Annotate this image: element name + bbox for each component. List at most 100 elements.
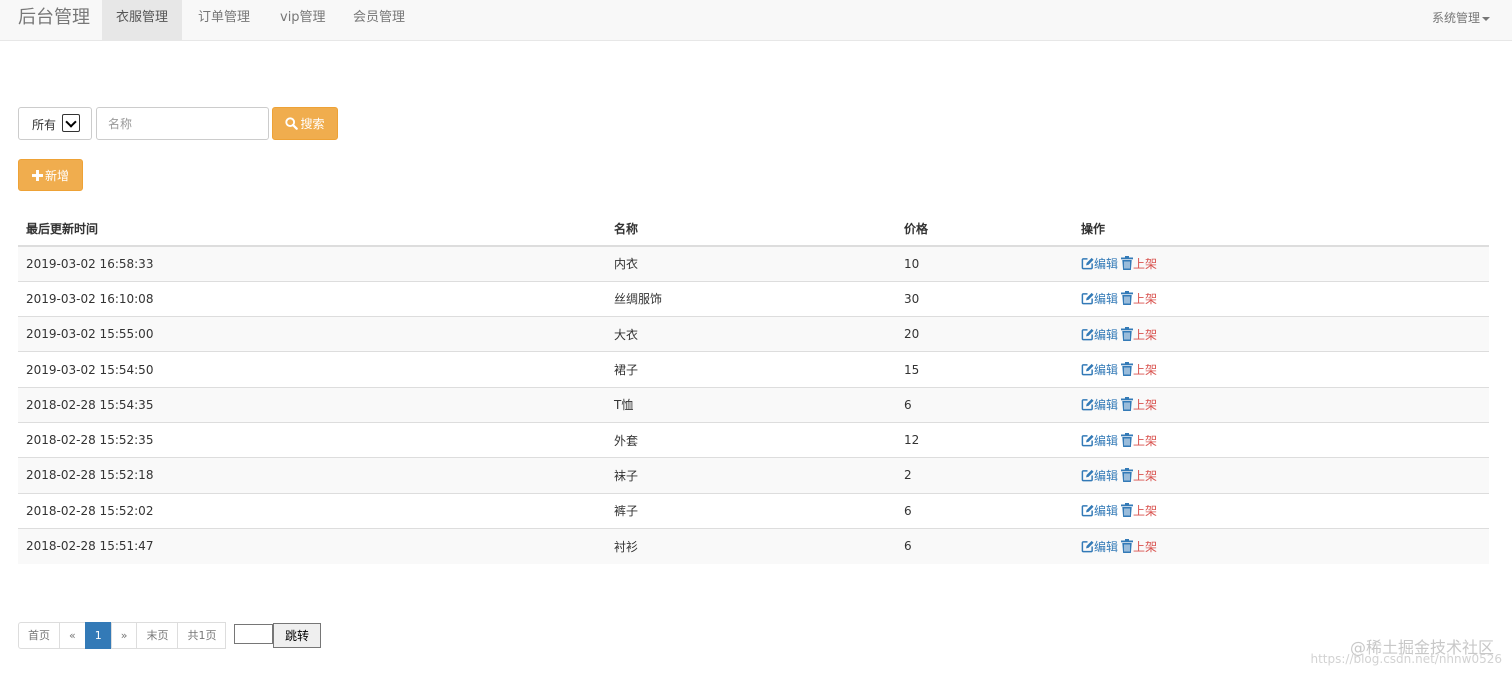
shelf-link[interactable]: 上架 bbox=[1121, 432, 1157, 448]
table-row: 2018-02-28 15:54:35 T恤 6 编辑 上架 bbox=[18, 386, 1489, 423]
header-price: 价格 bbox=[896, 212, 1073, 247]
table-row: 2019-03-02 15:54:50 裙子 15 编辑 上架 bbox=[18, 351, 1489, 388]
shelf-link-label: 上架 bbox=[1133, 292, 1158, 307]
search-button[interactable]: 搜索 bbox=[272, 107, 338, 140]
category-filter-value: 所有 bbox=[32, 118, 57, 132]
cell-updated-time: 2019-03-02 16:58:33 bbox=[18, 245, 606, 282]
cell-name: 裙子 bbox=[606, 351, 896, 388]
cell-name: 裤子 bbox=[606, 492, 896, 529]
tab-member-management[interactable]: 会员管理 bbox=[339, 0, 419, 40]
add-button-label: 新增 bbox=[44, 168, 69, 183]
trash-icon bbox=[1121, 432, 1134, 447]
edit-link-label: 编辑 bbox=[1094, 327, 1119, 342]
page-next[interactable]: » bbox=[110, 622, 138, 649]
edit-icon bbox=[1081, 258, 1094, 270]
trash-icon bbox=[1121, 326, 1134, 341]
cell-updated-time: 2018-02-28 15:52:35 bbox=[18, 421, 606, 458]
edit-link-label: 编辑 bbox=[1094, 257, 1119, 272]
system-management-dropdown[interactable]: 系统管理 bbox=[1432, 0, 1490, 40]
table-row: 2018-02-28 15:52:02 裤子 6 编辑 上架 bbox=[18, 492, 1489, 529]
edit-link[interactable]: 编辑 bbox=[1081, 504, 1118, 518]
name-search-input[interactable] bbox=[96, 107, 269, 140]
shelf-link[interactable]: 上架 bbox=[1121, 538, 1157, 554]
trash-icon bbox=[1121, 362, 1134, 377]
cell-name: 衬衫 bbox=[606, 527, 896, 564]
category-filter-select[interactable]: 所有 bbox=[18, 107, 92, 140]
cell-actions: 编辑 上架 bbox=[1073, 351, 1489, 388]
edit-link[interactable]: 编辑 bbox=[1081, 292, 1118, 306]
edit-icon bbox=[1081, 399, 1094, 411]
edit-icon bbox=[1081, 469, 1094, 482]
cell-name: 内衣 bbox=[606, 245, 896, 282]
cell-updated-time: 2018-02-28 15:52:02 bbox=[18, 492, 606, 529]
table-row: 2018-02-28 15:52:18 袜子 2 编辑 上架 bbox=[18, 457, 1489, 494]
search-button-label: 搜索 bbox=[300, 117, 325, 131]
shelf-link[interactable]: 上架 bbox=[1121, 397, 1158, 413]
shelf-link[interactable]: 上架 bbox=[1121, 362, 1158, 378]
page-first[interactable]: 首页 bbox=[18, 622, 60, 649]
cell-price: 20 bbox=[896, 316, 1073, 352]
cell-name: 袜子 bbox=[606, 457, 896, 494]
cell-price: 2 bbox=[896, 457, 1073, 494]
shelf-link[interactable]: 上架 bbox=[1121, 256, 1157, 271]
edit-link-label: 编辑 bbox=[1094, 292, 1119, 307]
page-total: 共1页 bbox=[177, 622, 227, 649]
add-button[interactable]: 新增 bbox=[18, 159, 83, 191]
cell-updated-time: 2018-02-28 15:54:35 bbox=[18, 386, 606, 423]
page-prev[interactable]: « bbox=[59, 622, 86, 649]
edit-link[interactable]: 编辑 bbox=[1081, 398, 1118, 412]
tab-order-management[interactable]: 订单管理 bbox=[184, 0, 264, 40]
edit-icon bbox=[1081, 505, 1094, 517]
cell-updated-time: 2019-03-02 16:10:08 bbox=[18, 280, 606, 317]
cell-name: 外套 bbox=[606, 421, 896, 458]
caret-down-icon bbox=[1482, 16, 1490, 21]
shelf-link-label: 上架 bbox=[1133, 398, 1158, 413]
edit-icon bbox=[1081, 434, 1094, 446]
cell-price: 15 bbox=[896, 351, 1073, 388]
edit-icon bbox=[1081, 293, 1094, 305]
shelf-link-label: 上架 bbox=[1133, 363, 1158, 378]
system-menu-label: 系统管理 bbox=[1431, 11, 1480, 25]
edit-link[interactable]: 编辑 bbox=[1081, 328, 1118, 342]
trash-icon bbox=[1121, 256, 1134, 271]
header-actions: 操作 bbox=[1073, 212, 1489, 247]
cell-price: 12 bbox=[896, 421, 1073, 458]
cell-actions: 编辑 上架 bbox=[1073, 386, 1489, 423]
shelf-link[interactable]: 上架 bbox=[1121, 467, 1158, 483]
edit-link-label: 编辑 bbox=[1094, 468, 1119, 483]
cell-actions: 编辑 上架 bbox=[1073, 527, 1489, 564]
page-last[interactable]: 末页 bbox=[136, 622, 179, 649]
trash-icon bbox=[1121, 291, 1134, 306]
edit-link[interactable]: 编辑 bbox=[1081, 540, 1118, 554]
trash-icon bbox=[1121, 397, 1134, 412]
chevron-down-icon bbox=[62, 114, 80, 132]
trash-icon bbox=[1121, 538, 1134, 553]
page-current[interactable]: 1 bbox=[84, 622, 112, 649]
brand-title[interactable]: 后台管理 bbox=[18, 0, 90, 40]
edit-link-label: 编辑 bbox=[1094, 433, 1119, 448]
search-icon bbox=[285, 117, 299, 130]
edit-icon bbox=[1081, 540, 1094, 553]
tab-vip-management[interactable]: vip管理 bbox=[266, 0, 340, 40]
cell-actions: 编辑 上架 bbox=[1073, 280, 1489, 317]
cell-price: 6 bbox=[896, 386, 1073, 423]
cell-actions: 编辑 上架 bbox=[1073, 316, 1489, 352]
shelf-link-label: 上架 bbox=[1133, 468, 1158, 483]
page-jump-button[interactable]: 跳转 bbox=[273, 623, 321, 648]
tab-clothes-management[interactable]: 衣服管理 bbox=[102, 0, 183, 40]
shelf-link[interactable]: 上架 bbox=[1121, 291, 1158, 307]
edit-link[interactable]: 编辑 bbox=[1081, 469, 1118, 483]
cell-updated-time: 2019-03-02 15:54:50 bbox=[18, 351, 606, 388]
table-row: 2019-03-02 16:10:08 丝绸服饰 30 编辑 上架 bbox=[18, 280, 1489, 317]
header-updated-time: 最后更新时间 bbox=[18, 212, 606, 247]
shelf-link[interactable]: 上架 bbox=[1121, 326, 1158, 342]
edit-link[interactable]: 编辑 bbox=[1081, 257, 1118, 271]
shelf-link[interactable]: 上架 bbox=[1121, 503, 1157, 518]
edit-link[interactable]: 编辑 bbox=[1081, 434, 1118, 448]
shelf-link-label: 上架 bbox=[1133, 327, 1158, 342]
table-row: 2018-02-28 15:52:35 外套 12 编辑 上架 bbox=[18, 421, 1489, 458]
watermark-url: https://blog.csdn.net/nhnw0526 bbox=[1310, 652, 1502, 666]
page-jump-input[interactable] bbox=[234, 624, 273, 644]
edit-link[interactable]: 编辑 bbox=[1081, 363, 1118, 377]
cell-name: T恤 bbox=[606, 386, 896, 423]
